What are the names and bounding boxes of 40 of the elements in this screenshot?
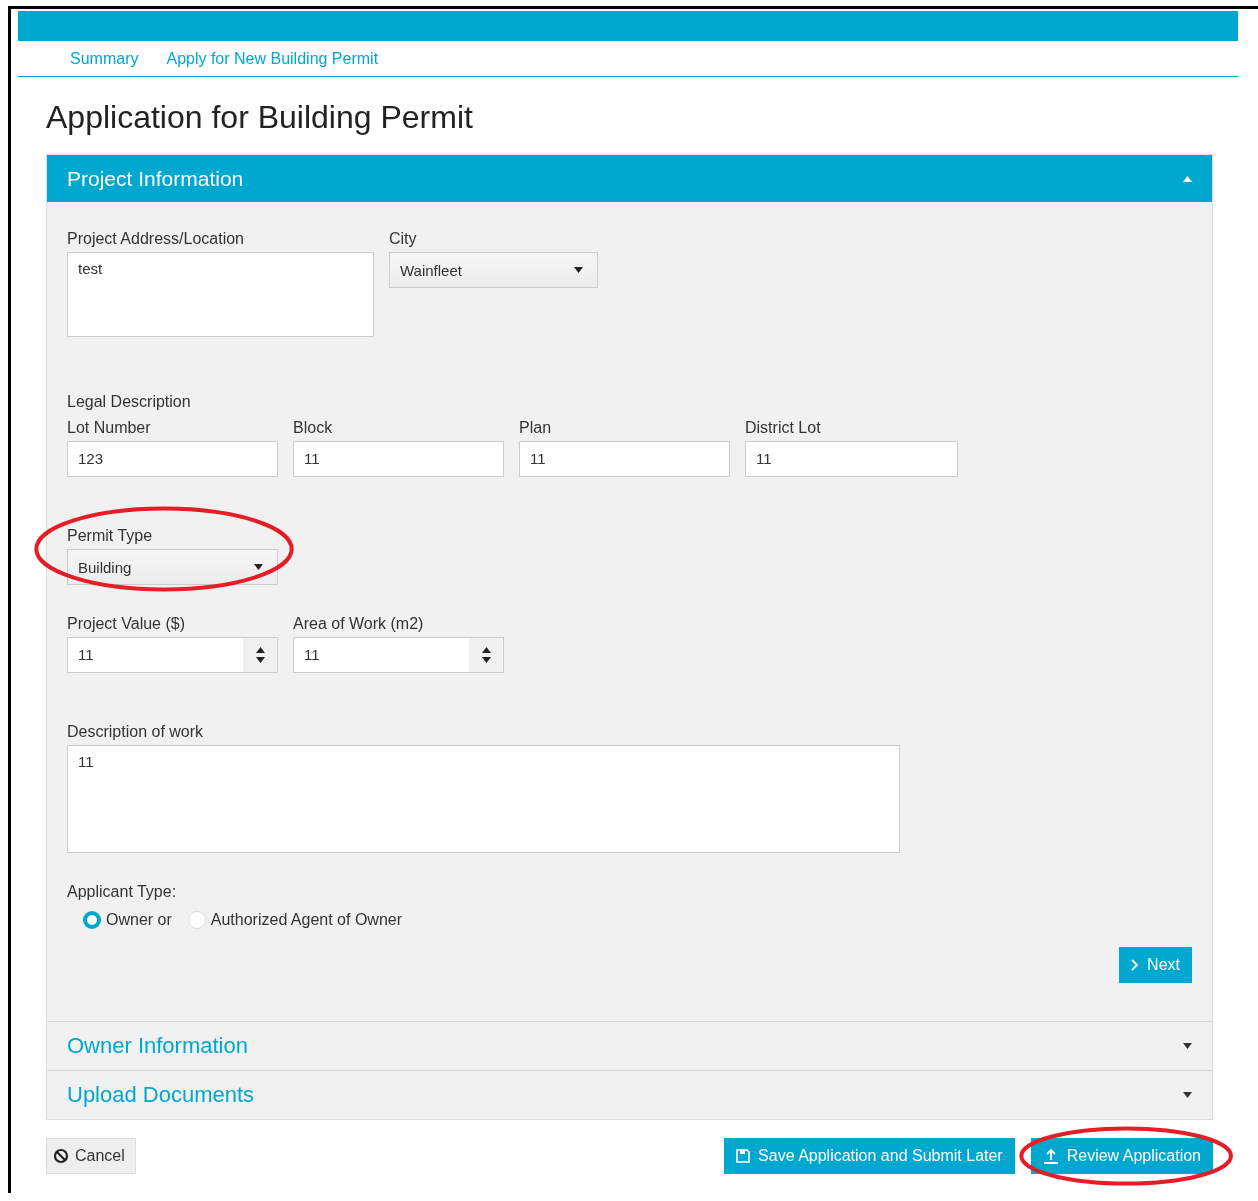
- caret-down-icon: [574, 267, 583, 273]
- text-field[interactable]: 11: [519, 441, 730, 477]
- radio-option[interactable]: Owner or: [83, 911, 172, 929]
- text-field[interactable]: 123: [67, 441, 278, 477]
- field-label: Project Address/Location: [67, 230, 245, 248]
- number-field[interactable]: 11: [293, 637, 504, 673]
- permit-type-dropdown[interactable]: Building: [67, 549, 278, 585]
- number-field[interactable]: 11: [67, 637, 278, 673]
- field-label: Permit Type: [67, 527, 154, 545]
- caret-down-icon: [1183, 1092, 1192, 1098]
- spinner-icon: [481, 647, 491, 663]
- field-label: District Lot: [745, 419, 822, 437]
- save-icon: [736, 1149, 751, 1163]
- section-title: Project Information: [67, 166, 244, 191]
- field-label: Applicant Type:: [67, 883, 178, 901]
- upload-icon: [1042, 1148, 1059, 1164]
- cancel-button[interactable]: Cancel: [46, 1138, 136, 1174]
- caret-up-icon: [1183, 175, 1192, 182]
- text-field[interactable]: 11: [745, 441, 958, 477]
- section-title: Upload Documents: [67, 1082, 255, 1108]
- field-label: Description of work: [67, 723, 205, 741]
- caret-down-icon: [254, 564, 263, 570]
- page-title: Application for Building Permit: [46, 99, 474, 136]
- field-label: Plan: [519, 419, 553, 437]
- field-label: Lot Number: [67, 419, 152, 437]
- description-field[interactable]: 11: [67, 745, 900, 853]
- section-title: Owner Information: [67, 1033, 248, 1059]
- ban-icon: [53, 1148, 69, 1164]
- field-label: City: [389, 230, 418, 248]
- caret-down-icon: [1183, 1043, 1192, 1049]
- address-field[interactable]: test: [67, 252, 374, 337]
- text-field[interactable]: 11: [293, 441, 504, 477]
- chevron-right-icon: [1131, 959, 1140, 971]
- field-label: Project Value ($): [67, 615, 186, 633]
- spinner-icon: [255, 647, 265, 663]
- city-dropdown[interactable]: Wainfleet: [389, 252, 598, 288]
- field-label: Area of Work (m2): [293, 615, 425, 633]
- radio-option[interactable]: Authorized Agent of Owner: [187, 911, 403, 929]
- section-heading: Legal Description: [67, 393, 192, 411]
- field-label: Block: [293, 419, 334, 437]
